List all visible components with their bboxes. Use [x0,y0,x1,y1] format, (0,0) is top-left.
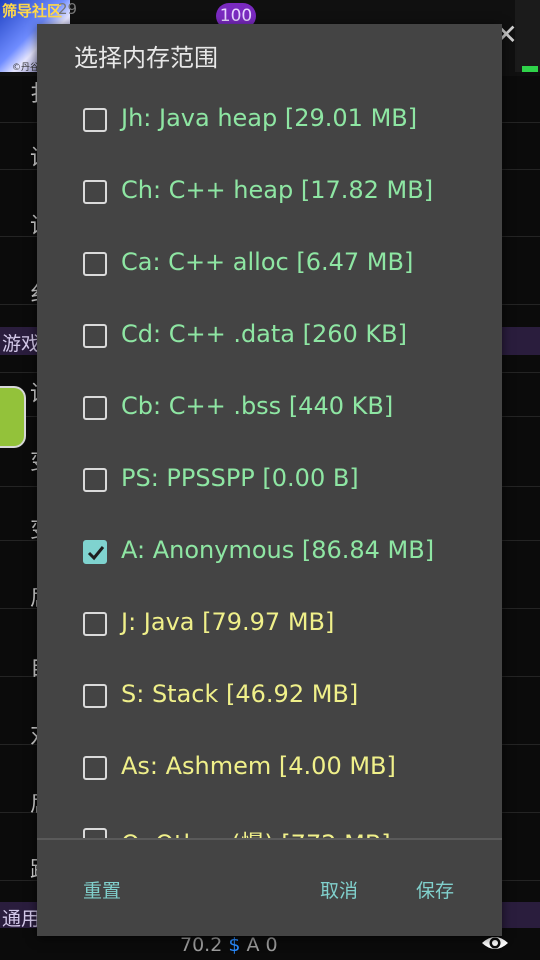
right-status-bar [522,66,538,72]
status-readout: 70.2 $ A 0 [180,934,278,956]
memory-range-dialog: 选择内存范围 Jh: Java heap [29.01 MB] Ch: C++ h… [37,24,502,936]
memory-range-item[interactable]: PS: PPSSPP [0.00 B] [37,442,502,514]
cancel-button[interactable]: 取消 [320,876,358,903]
checkbox-checked[interactable] [83,540,107,564]
status-value: 70.2 [180,934,223,956]
memory-range-label: As: Ashmem [4.00 MB] [121,752,396,780]
floating-app-icon[interactable] [0,386,26,448]
dialog-divider [37,838,502,840]
memory-range-item[interactable]: O: Other (慢) [772 MB] [37,802,502,838]
memory-range-label: Jh: Java heap [29.01 MB] [121,104,418,132]
memory-range-label: S: Stack [46.92 MB] [121,680,359,708]
memory-range-label: Cd: C++ .data [260 KB] [121,320,407,348]
memory-range-item[interactable]: Jh: Java heap [29.01 MB] [37,82,502,154]
memory-range-label: A: Anonymous [86.84 MB] [121,536,435,564]
status-tail: A 0 [246,934,278,956]
memory-range-list[interactable]: Jh: Java heap [29.01 MB] Ch: C++ heap [17… [37,82,502,838]
dialog-title: 选择内存范围 [74,44,218,72]
checkbox[interactable] [83,828,107,838]
section-label: 通用 [2,908,41,930]
checkbox[interactable] [83,756,107,780]
checkbox[interactable] [83,108,107,132]
section-label: 游戏 [2,333,41,355]
memory-range-item[interactable]: J: Java [79.97 MB] [37,586,502,658]
memory-range-item[interactable]: As: Ashmem [4.00 MB] [37,730,502,802]
reset-button[interactable]: 重置 [83,876,121,903]
checkbox[interactable] [83,612,107,636]
memory-range-item[interactable]: Cb: C++ .bss [440 KB] [37,370,502,442]
memory-range-item[interactable]: Cd: C++ .data [260 KB] [37,298,502,370]
checkbox[interactable] [83,684,107,708]
memory-range-item[interactable]: A: Anonymous [86.84 MB] [37,514,502,586]
memory-range-label: Ca: C++ alloc [6.47 MB] [121,248,414,276]
memory-range-item[interactable]: Ca: C++ alloc [6.47 MB] [37,226,502,298]
memory-range-label: O: Other (慢) [772 MB] [121,824,391,838]
memory-range-label: J: Java [79.97 MB] [121,608,335,636]
checkbox[interactable] [83,468,107,492]
top-number: 29 [58,0,78,18]
status-dollar: $ [228,934,241,956]
checkbox[interactable] [83,396,107,420]
checkmark-icon [87,546,105,561]
checkbox[interactable] [83,324,107,348]
avatar-text: 筛导社区 [2,2,63,20]
right-thumbnail [515,0,540,72]
avatar-subtext: ©丹谷 [12,63,40,73]
checkbox[interactable] [83,252,107,276]
save-button[interactable]: 保存 [416,876,454,903]
memory-range-label: Ch: C++ heap [17.82 MB] [121,176,434,204]
memory-range-item[interactable]: Ch: C++ heap [17.82 MB] [37,154,502,226]
memory-range-label: Cb: C++ .bss [440 KB] [121,392,394,420]
checkbox[interactable] [83,180,107,204]
memory-range-item[interactable]: S: Stack [46.92 MB] [37,658,502,730]
memory-range-label: PS: PPSSPP [0.00 B] [121,464,359,492]
